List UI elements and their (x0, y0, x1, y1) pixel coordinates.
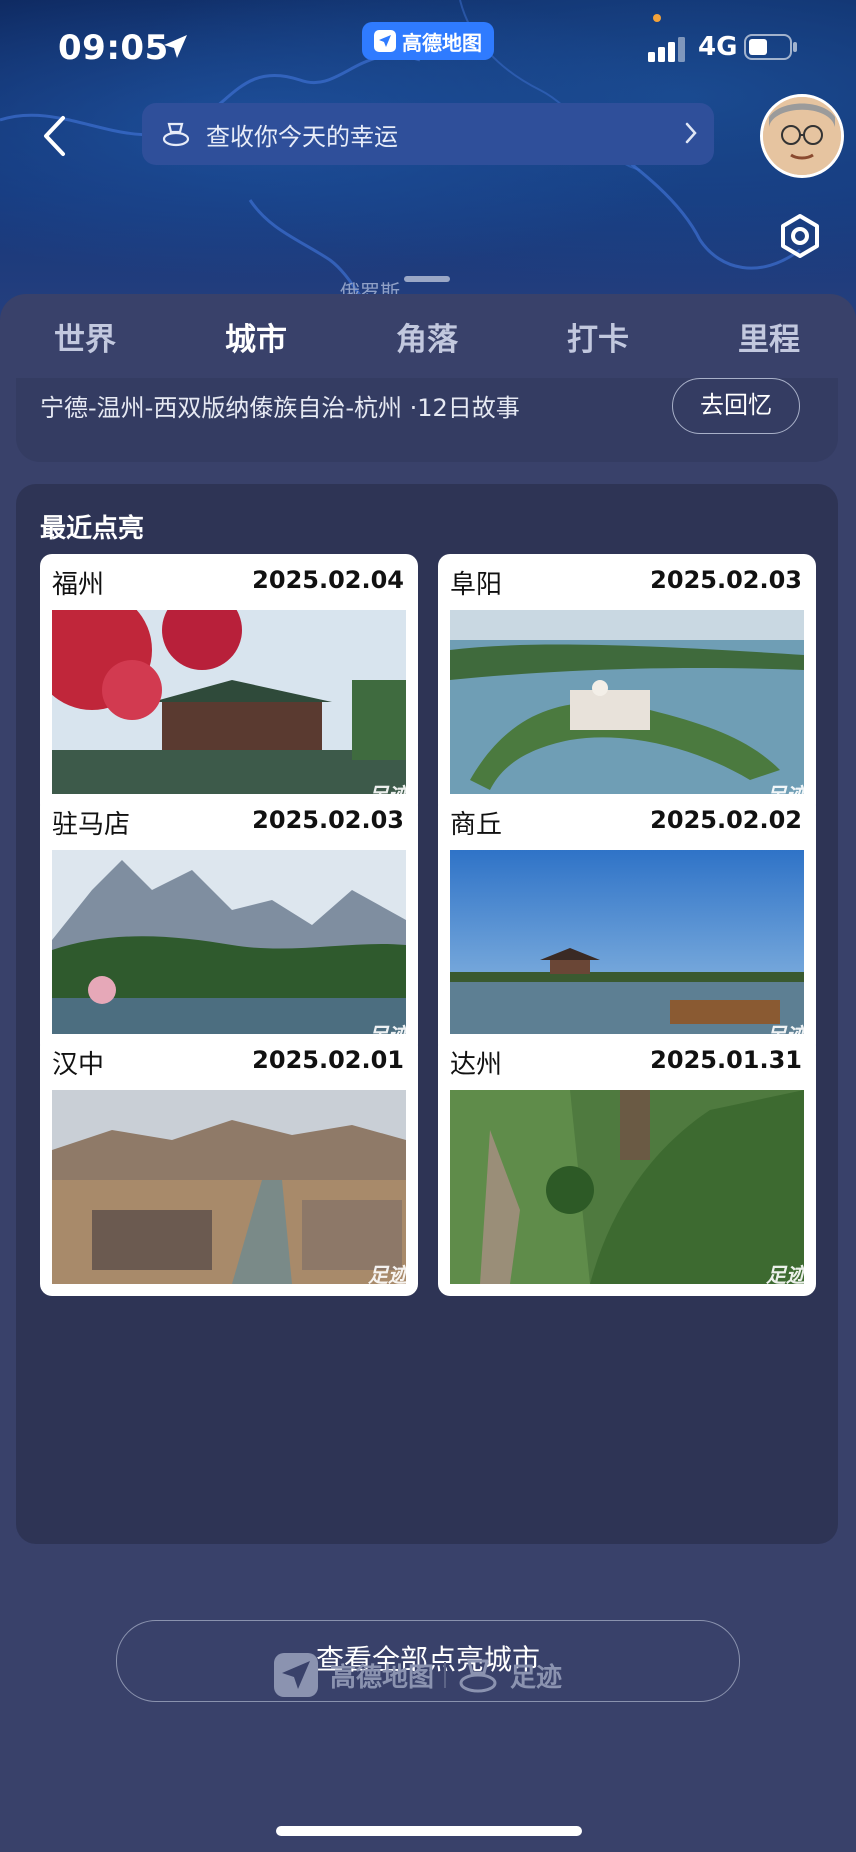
tab-city[interactable]: 城市 (201, 314, 311, 359)
city-card-fuyang[interactable]: 阜阳 2025.02.03 足迹 (438, 554, 816, 816)
status-time: 09:05 (58, 28, 169, 68)
city-name: 汉中 (52, 1050, 105, 1080)
trip-story-text: 宁德-温州-西双版纳傣族自治-杭州 ·12日故事 (40, 394, 520, 422)
user-avatar[interactable] (760, 94, 844, 178)
app-return-pill[interactable]: 高德地图 (362, 22, 494, 60)
footprint-logo-icon (162, 122, 190, 147)
privacy-indicator-dot (653, 14, 661, 22)
recent-lit-section: 最近点亮 福州 2025.02.04 足迹 阜阳 (16, 484, 838, 1702)
city-photo (52, 610, 406, 804)
section-title: 最近点亮 (40, 514, 145, 544)
footer-brand: 高德地图 足迹 (272, 1648, 592, 1702)
amap-logo-icon (274, 1653, 318, 1697)
city-card-fuzhou[interactable]: 福州 2025.02.04 足迹 (40, 554, 418, 816)
city-photo (52, 1090, 406, 1284)
city-name: 福州 (52, 570, 105, 600)
city-photo (52, 850, 406, 1044)
status-bar: 09:05 高德地图 4G (0, 0, 856, 96)
daily-fortune-banner[interactable]: 查收你今天的幸运 (142, 103, 714, 165)
city-name: 驻马店 (52, 810, 131, 840)
footprint-watermark: 足迹 (766, 1263, 806, 1287)
city-date: 2025.02.02 (650, 806, 802, 834)
tab-checkin[interactable]: 打卡 (543, 314, 653, 359)
tab-mileage[interactable]: 里程 (714, 314, 824, 359)
city-name: 阜阳 (450, 570, 503, 600)
footprint-logo-icon (459, 1659, 497, 1693)
city-date: 2025.02.03 (252, 806, 404, 834)
app-pill-label: 高德地图 (402, 30, 482, 55)
bottom-sheet: 世界 城市 角落 打卡 里程 宁德-温州-西双版纳傣族自治-杭州 ·12日故事 … (0, 294, 856, 1852)
sheet-drag-handle[interactable] (404, 276, 450, 282)
tab-world[interactable]: 世界 (30, 314, 140, 359)
city-photo (450, 610, 804, 804)
city-date: 2025.02.04 (252, 566, 404, 594)
settings-button[interactable] (776, 212, 824, 260)
footer-brand-amap: 高德地图 (330, 1662, 435, 1693)
city-card-hanzhong[interactable]: 汉中 2025.02.01 足迹 (40, 1034, 418, 1296)
city-card-dazhou[interactable]: 达州 2025.01.31 足迹 (438, 1034, 816, 1296)
city-card-shangqiu[interactable]: 商丘 2025.02.02 (438, 794, 816, 1056)
city-photo (450, 1090, 804, 1284)
location-arrow-icon (164, 35, 187, 58)
amap-logo-icon (374, 30, 396, 52)
city-name: 商丘 (450, 810, 503, 840)
battery-icon (744, 34, 797, 60)
network-type: 4G (698, 32, 738, 62)
footer-divider (444, 1662, 447, 1688)
tab-corner[interactable]: 角落 (372, 314, 482, 359)
trip-story-card[interactable]: 宁德-温州-西双版纳傣族自治-杭州 ·12日故事 去回忆 (16, 378, 838, 462)
city-name: 达州 (450, 1050, 503, 1080)
city-card-zhumadian[interactable]: 驻马店 2025.02.03 足迹 (40, 794, 418, 1056)
signal-bars-icon (648, 37, 685, 62)
back-button[interactable] (36, 110, 72, 162)
tab-bar: 世界 城市 角落 打卡 里程 (0, 314, 856, 390)
chevron-left-icon (44, 116, 65, 156)
city-photo (450, 850, 804, 1044)
home-indicator[interactable] (276, 1826, 582, 1836)
hexagon-settings-icon (781, 214, 819, 258)
city-date: 2025.01.31 (650, 1046, 802, 1074)
city-date: 2025.02.03 (650, 566, 802, 594)
recall-button[interactable]: 去回忆 (672, 378, 800, 434)
fortune-text: 查收你今天的幸运 (206, 122, 398, 151)
footprint-watermark: 足迹 (368, 1263, 408, 1287)
footer-brand-footprint: 足迹 (510, 1662, 563, 1693)
chevron-right-icon (685, 122, 697, 144)
city-date: 2025.02.01 (252, 1046, 404, 1074)
